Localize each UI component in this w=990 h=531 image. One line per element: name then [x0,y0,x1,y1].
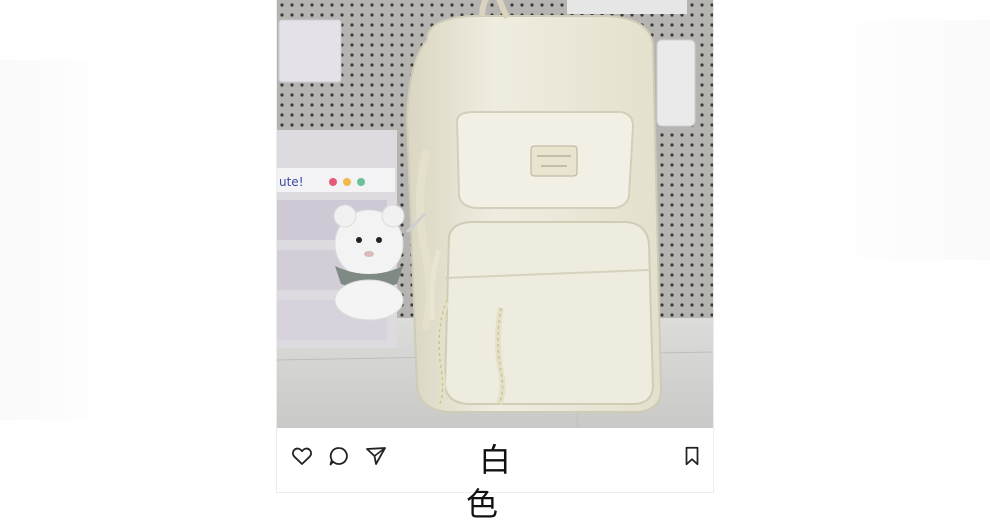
backpack-photo-illustration: ute! [277,0,713,428]
background-ghost-right [800,20,990,260]
post-card: ute! 白 色 [277,0,713,523]
wall-holder-right [656,39,696,127]
comment-icon[interactable] [325,442,353,470]
heart-icon[interactable] [288,442,316,470]
backpack [405,0,663,413]
post-photo[interactable]: ute! [277,0,713,428]
svg-text:ute!: ute! [279,175,304,189]
send-icon[interactable] [362,442,390,470]
post-action-bar: 白 色 [277,428,713,523]
background-ghost-left [0,60,120,420]
post-caption: 白 色 [465,441,537,523]
wall-holder-left [278,19,342,83]
bookmark-icon[interactable] [678,442,706,470]
logo-patch [530,145,578,177]
